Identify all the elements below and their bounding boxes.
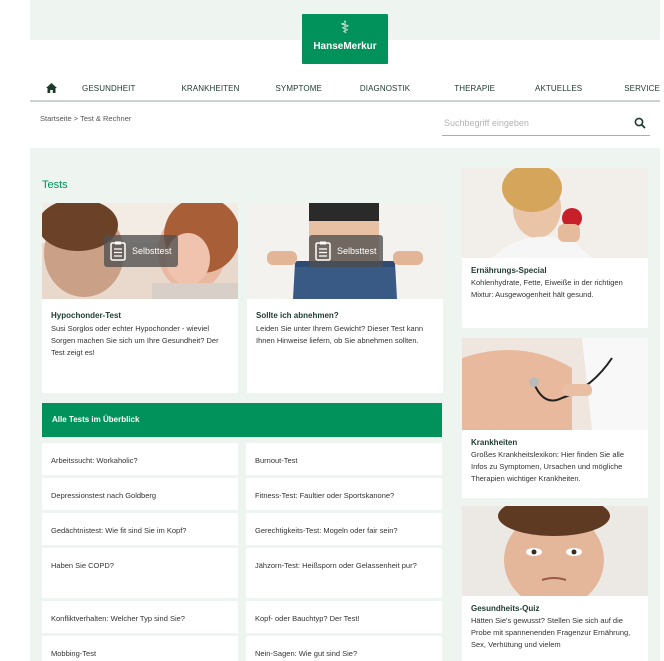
logo-mark-icon: ⚕: [340, 18, 350, 38]
badge-label: Selbsttest: [337, 246, 377, 256]
teaser-image: [462, 168, 648, 258]
teaser-title[interactable]: Gesundheits-Quiz: [471, 604, 639, 613]
test-link-jaehzorn[interactable]: Jähzorn-Test: Heißsporn oder Gelassenhei…: [246, 548, 442, 598]
card-image: Selbsttest: [42, 203, 238, 299]
hansemerkur-logo[interactable]: ⚕ HanseMerkur: [302, 14, 388, 64]
nav-item-krankheiten[interactable]: KRANKHEITEN: [181, 84, 239, 93]
clipboard-icon: [110, 241, 126, 261]
breadcrumb[interactable]: Startseite > Test & Rechner: [40, 114, 131, 123]
nav-item-aktuelles[interactable]: AKTUELLES: [535, 84, 582, 93]
test-link-gerechtigkeit[interactable]: Gerechtigkeits-Test: Mogeln oder fair se…: [246, 513, 442, 545]
test-link-gedaechtnis[interactable]: Gedächtnistest: Wie fit sind Sie im Kopf…: [42, 513, 238, 545]
main-nav: GESUNDHEIT KRANKHEITEN SYMPTOME DIAGNOST…: [30, 76, 660, 102]
nav-item-gesundheit[interactable]: GESUNDHEIT: [82, 84, 135, 93]
search-icon[interactable]: [634, 116, 648, 130]
teaser-ernaehrung[interactable]: Ernährungs-Special Kohlenhydrate, Fette,…: [462, 168, 648, 328]
selbsttest-badge: Selbsttest: [104, 235, 178, 267]
test-link-arbeitssucht[interactable]: Arbeitssucht: Workaholic?: [42, 443, 238, 475]
selbsttest-badge: Selbsttest: [309, 235, 383, 267]
card-text: Leiden Sie unter Ihrem Gewicht? Dieser T…: [256, 324, 424, 345]
search-box: [442, 112, 650, 136]
badge-label: Selbsttest: [132, 246, 172, 256]
section-title: Tests: [42, 179, 68, 191]
tests-list: Arbeitssucht: Workaholic? Burnout-Test D…: [42, 443, 442, 661]
test-link-mobbing[interactable]: Mobbing-Test: [42, 636, 238, 661]
breadcrumb-row: Startseite > Test & Rechner: [30, 104, 660, 146]
teaser-gesundheits-quiz[interactable]: Gesundheits-Quiz Hätten Sie's gewusst? S…: [462, 506, 648, 661]
teaser-krankheiten[interactable]: Krankheiten Großes Krankheitslexikon: Hi…: [462, 338, 648, 498]
teaser-image: [462, 338, 648, 430]
logo-text: HanseMerkur: [313, 41, 377, 52]
test-link-konflikt[interactable]: Konfliktverhalten: Welcher Typ sind Sie?: [42, 601, 238, 633]
card-text: Susi Sorglos oder echter Hypochonder - w…: [51, 324, 219, 357]
test-link-copd[interactable]: Haben Sie COPD?: [42, 548, 238, 598]
nav-item-symptome[interactable]: SYMPTOME: [275, 84, 321, 93]
clipboard-icon: [315, 241, 331, 261]
teaser-text: Hätten Sie's gewusst? Stellen Sie sich a…: [471, 616, 631, 649]
search-input[interactable]: [442, 112, 612, 134]
teaser-text: Großes Krankheitslexikon: Hier finden Si…: [471, 450, 624, 483]
test-link-fitness[interactable]: Fitness-Test: Faultier oder Sportskanone…: [246, 478, 442, 510]
card-title[interactable]: Sollte ich abnehmen?: [256, 311, 339, 320]
test-link-depression[interactable]: Depressionstest nach Goldberg: [42, 478, 238, 510]
teaser-title[interactable]: Ernährungs-Special: [471, 266, 639, 275]
main-content: Tests Selbsttest Hypochonder-Test Susi S…: [30, 148, 660, 661]
teaser-image: [462, 506, 648, 596]
test-link-kopf-bauch[interactable]: Kopf- oder Bauchtyp? Der Test!: [246, 601, 442, 633]
home-icon[interactable]: [46, 83, 64, 93]
all-tests-header[interactable]: Alle Tests im Überblick: [42, 403, 442, 437]
teaser-title[interactable]: Krankheiten: [471, 438, 639, 447]
card-image: Selbsttest: [247, 203, 443, 299]
nav-item-service[interactable]: SERVICE: [624, 84, 660, 93]
nav-item-diagnostik[interactable]: DIAGNOSTIK: [360, 84, 410, 93]
nav-item-therapie[interactable]: THERAPIE: [454, 84, 495, 93]
card-hypochonder-test[interactable]: Selbsttest Hypochonder-Test Susi Sorglos…: [42, 203, 238, 393]
card-title[interactable]: Hypochonder-Test: [51, 311, 121, 320]
card-sollte-ich-abnehmen[interactable]: Selbsttest Sollte ich abnehmen? Leiden S…: [247, 203, 443, 393]
teaser-text: Kohlenhydrate, Fette, Eiweiße in der ric…: [471, 278, 623, 299]
test-link-burnout[interactable]: Burnout-Test: [246, 443, 442, 475]
test-link-nein-sagen[interactable]: Nein-Sagen: Wie gut sind Sie?: [246, 636, 442, 661]
